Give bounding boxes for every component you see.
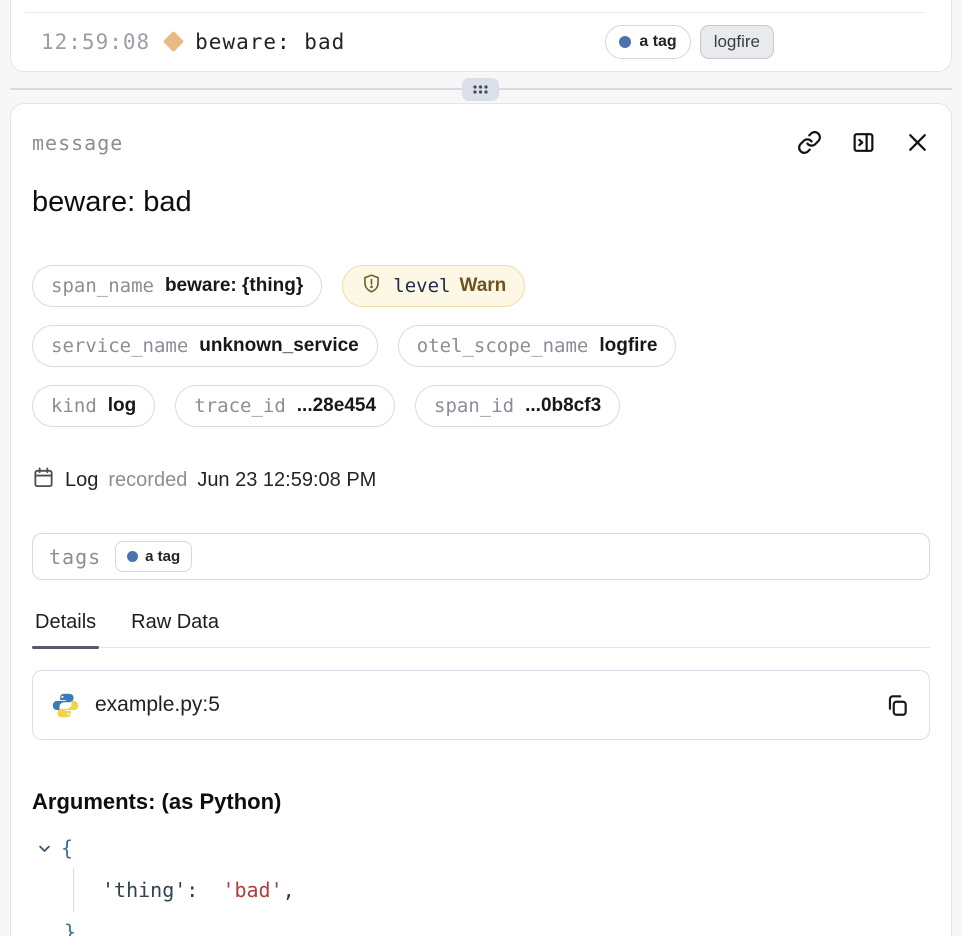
log-row[interactable]: 12:59:08 beware: bad a tag logfire (11, 12, 951, 71)
attr-key: otel_scope_name (417, 335, 589, 357)
logfire-trace-view: { "colors": { "accent_warn_bg": "#fdf8e5… (0, 0, 962, 936)
attr-key: kind (51, 395, 97, 417)
copy-icon[interactable] (884, 692, 910, 718)
attr-key: level (393, 275, 450, 297)
pill-row: kind log trace_id ...28e454 span_id ...0… (32, 385, 930, 427)
attr-key: service_name (51, 335, 188, 357)
attr-key: trace_id (194, 395, 286, 417)
log-list-card: 12:59:08 beware: bad a tag logfire (10, 0, 952, 72)
attr-level-warn: level Warn (342, 265, 525, 307)
tag-dot-icon (619, 36, 631, 48)
attr-kind: kind log (32, 385, 155, 427)
calendar-icon (32, 466, 55, 495)
attribute-pills: span_name beware: {thing} level Warn ser… (32, 265, 930, 427)
attr-value: ...0b8cf3 (525, 395, 601, 417)
code-value: 'bad' (222, 878, 282, 902)
shield-warning-icon (361, 273, 382, 299)
tag-chip[interactable]: a tag (115, 541, 192, 572)
tag-chip-label: a tag (145, 548, 180, 565)
attr-service-name: service_name unknown_service (32, 325, 378, 367)
pill-row: service_name unknown_service otel_scope_… (32, 325, 930, 367)
attr-span-name: span_name beware: {thing} (32, 265, 322, 307)
panel-header-icons (797, 130, 930, 155)
attr-key: span_id (434, 395, 514, 417)
arguments-heading: Arguments: (as Python) (32, 789, 930, 815)
open-brace: { (61, 836, 73, 860)
log-timestamp: 12:59:08 (41, 30, 150, 54)
tag-chip-label: a tag (639, 33, 676, 51)
attr-value: unknown_service (199, 335, 358, 357)
tags-label: tags (49, 545, 101, 569)
panel-title: beware: bad (32, 186, 930, 219)
attr-value: Warn (459, 275, 506, 297)
detail-panel: message beware: bad (10, 103, 952, 936)
tab-raw-data[interactable]: Raw Data (128, 611, 222, 647)
recorded-datetime: Jun 23 12:59:08 PM (197, 469, 376, 492)
code-line-open: { (32, 828, 930, 868)
code-colon: : (186, 878, 198, 902)
recorded-kind: Log (65, 469, 98, 492)
warn-level-diamond-icon (163, 31, 184, 52)
attr-value: logfire (599, 335, 657, 357)
log-row-tags: a tag logfire (605, 25, 774, 59)
tag-chip[interactable]: a tag (605, 25, 690, 59)
attr-value: log (108, 395, 137, 417)
attr-value: ...28e454 (297, 395, 376, 417)
drag-handle-icon[interactable] (462, 78, 499, 101)
recorded-verb: recorded (108, 469, 187, 492)
attr-value: beware: {thing} (165, 275, 303, 297)
code-key: 'thing' (102, 878, 186, 902)
attr-trace-id[interactable]: trace_id ...28e454 (175, 385, 395, 427)
attr-span-id[interactable]: span_id ...0b8cf3 (415, 385, 620, 427)
source-location-card[interactable]: example.py:5 (32, 670, 930, 740)
panel-header-label: message (32, 131, 123, 155)
chevron-down-icon[interactable] (37, 841, 59, 856)
detail-tabs: Details Raw Data (32, 611, 930, 648)
attr-key: span_name (51, 275, 154, 297)
pill-row: span_name beware: {thing} level Warn (32, 265, 930, 307)
code-comma: , (283, 878, 295, 902)
log-row-message: beware: bad (195, 30, 345, 54)
tag-dot-icon (127, 551, 138, 562)
tab-details[interactable]: Details (32, 611, 99, 647)
close-brace: } (64, 920, 76, 936)
scope-logfire-button[interactable]: logfire (700, 25, 774, 59)
code-line-entry: 'thing': 'bad', (73, 868, 930, 912)
code-line-close: } (32, 912, 930, 936)
arguments-code-block: { 'thing': 'bad', } (32, 828, 930, 936)
open-side-panel-icon[interactable] (851, 130, 876, 155)
python-logo-icon (52, 692, 79, 719)
recorded-line: Log recorded Jun 23 12:59:08 PM (32, 466, 930, 495)
tags-box: tags a tag (32, 533, 930, 580)
panel-header: message (32, 130, 930, 155)
close-icon[interactable] (905, 130, 930, 155)
panel-splitter[interactable] (0, 72, 962, 103)
attr-otel-scope-name: otel_scope_name logfire (398, 325, 677, 367)
source-file-label: example.py:5 (95, 693, 220, 717)
copy-link-icon[interactable] (797, 130, 822, 155)
